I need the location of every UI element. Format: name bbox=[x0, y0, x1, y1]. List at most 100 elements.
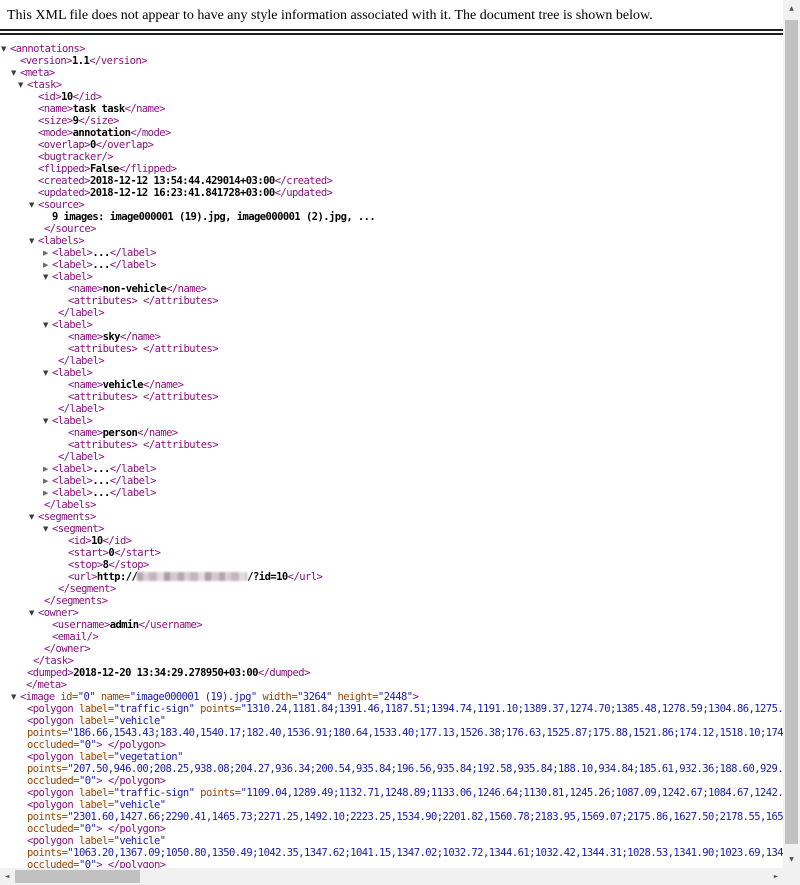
xml-tag: <name> bbox=[68, 283, 103, 295]
xml-line: <name>vehicle</name> bbox=[0, 379, 783, 391]
xml-attribute-value: "1310.24,1181.84;1391.46,1187.51;1394.74… bbox=[241, 703, 783, 715]
xml-line: occluded="0"> </polygon> bbox=[0, 859, 783, 868]
xml-tag: <name> bbox=[38, 103, 73, 115]
xml-line: ▼<labels> bbox=[0, 235, 783, 247]
xml-tag: </label> bbox=[110, 247, 156, 259]
expand-arrow-icon[interactable]: ▶ bbox=[43, 487, 52, 499]
expand-arrow-icon[interactable]: ▶ bbox=[43, 247, 52, 259]
scroll-up-button[interactable]: ▲ bbox=[783, 0, 800, 17]
xml-line: ▶<label>...</label> bbox=[0, 463, 783, 475]
xml-tag: <updated> bbox=[38, 187, 90, 199]
xml-attribute-value: "0" bbox=[78, 691, 95, 703]
xml-tag: </name> bbox=[137, 427, 177, 439]
collapse-arrow-icon[interactable]: ▼ bbox=[29, 235, 38, 247]
collapse-arrow-icon[interactable]: ▼ bbox=[43, 271, 52, 283]
scroll-down-button[interactable]: ▼ bbox=[783, 851, 800, 868]
xml-line: <size>9</size> bbox=[0, 115, 783, 127]
collapse-arrow-icon[interactable]: ▼ bbox=[11, 691, 20, 703]
xml-line: </label> bbox=[0, 451, 783, 463]
xml-viewer-page: { "header": { "message": "This XML file … bbox=[0, 0, 800, 885]
xml-line: ▼<source> bbox=[0, 199, 783, 211]
xml-tag: <name> bbox=[68, 331, 103, 343]
scroll-up-icon: ▲ bbox=[789, 5, 794, 12]
xml-attribute-name: id= bbox=[55, 691, 78, 703]
xml-tag: <flipped> bbox=[38, 163, 90, 175]
collapse-arrow-icon[interactable]: ▼ bbox=[43, 367, 52, 379]
xml-attribute-name: label= bbox=[73, 751, 113, 763]
xml-line: ▶<label>...</label> bbox=[0, 475, 783, 487]
xml-attribute-value: "3264" bbox=[297, 691, 332, 703]
xml-attribute-name: points= bbox=[27, 847, 67, 859]
xml-tag: <id> bbox=[68, 535, 91, 547]
xml-line: ▼<owner> bbox=[0, 607, 783, 619]
xml-text: 2018-12-12 16:23:41.841728+03:00 bbox=[90, 187, 275, 199]
xml-attribute-value: "1109.04,1289.49;1132.71,1248.89;1133.06… bbox=[241, 787, 783, 799]
expand-arrow-icon[interactable]: ▶ bbox=[43, 259, 52, 271]
xml-line: ▼<annotations> bbox=[0, 43, 783, 55]
collapse-arrow-icon[interactable]: ▼ bbox=[29, 607, 38, 619]
xml-attribute-value: "186.66,1543.43;183.40,1540.17;182.40,15… bbox=[67, 727, 783, 739]
xml-line: occluded="0"> </polygon> bbox=[0, 823, 783, 835]
xml-line: <updated>2018-12-12 16:23:41.841728+03:0… bbox=[0, 187, 783, 199]
xml-tag: <polygon bbox=[27, 703, 73, 715]
xml-line: <name>person</name> bbox=[0, 427, 783, 439]
xml-tag: </label> bbox=[58, 307, 104, 319]
xml-line: </label> bbox=[0, 307, 783, 319]
scrollbar-corner bbox=[783, 868, 800, 885]
xml-attribute-value: "0" bbox=[79, 859, 96, 868]
xml-tag: </label> bbox=[58, 451, 104, 463]
xml-tag: <name> bbox=[68, 379, 103, 391]
collapse-arrow-icon[interactable]: ▼ bbox=[18, 79, 27, 91]
collapse-arrow-icon[interactable]: ▼ bbox=[43, 415, 52, 427]
xml-tag: <name> bbox=[68, 427, 103, 439]
collapse-arrow-icon[interactable]: ▼ bbox=[29, 199, 38, 211]
xml-tag: </label> bbox=[58, 403, 104, 415]
xml-line: <polygon label="traffic-sign" points="11… bbox=[0, 787, 783, 799]
expand-arrow-icon[interactable]: ▶ bbox=[43, 475, 52, 487]
xml-attribute-value: "0" bbox=[79, 739, 96, 751]
xml-tag: <label> bbox=[52, 319, 92, 331]
collapse-arrow-icon[interactable]: ▼ bbox=[1, 43, 10, 55]
collapse-arrow-icon[interactable]: ▼ bbox=[43, 319, 52, 331]
xml-attribute-value: "vehicle" bbox=[114, 715, 166, 727]
xml-line: <polygon label="vehicle" bbox=[0, 799, 783, 811]
vertical-scrollbar-thumb[interactable] bbox=[785, 20, 798, 844]
xml-tag: </size> bbox=[78, 115, 118, 127]
xml-tag: <polygon bbox=[27, 799, 73, 811]
xml-tag: <task> bbox=[27, 79, 62, 91]
redacted-url-blur bbox=[137, 572, 247, 581]
xml-text: ... bbox=[92, 259, 109, 271]
xml-text: task task bbox=[73, 103, 125, 115]
expand-arrow-icon[interactable]: ▶ bbox=[43, 463, 52, 475]
xml-attribute-name: label= bbox=[73, 703, 113, 715]
xml-text: ... bbox=[92, 463, 109, 475]
xml-attribute-name: label= bbox=[73, 715, 113, 727]
xml-tag: </id> bbox=[73, 91, 102, 103]
xml-attribute-name: points= bbox=[194, 703, 240, 715]
xml-tag: <segment> bbox=[52, 523, 104, 535]
xml-attribute-value: "image000001 (19).jpg" bbox=[130, 691, 257, 703]
horizontal-scrollbar-thumb[interactable] bbox=[15, 870, 140, 883]
xml-tag: </meta> bbox=[26, 679, 66, 691]
scroll-left-button[interactable]: ◄ bbox=[0, 868, 14, 885]
xml-tag: </dumped> bbox=[258, 667, 310, 679]
collapse-arrow-icon[interactable]: ▼ bbox=[11, 67, 20, 79]
xml-line: <id>10</id> bbox=[0, 91, 783, 103]
xml-tag: </start> bbox=[114, 547, 160, 559]
xml-line: </source> bbox=[0, 223, 783, 235]
xml-line: <created>2018-12-12 13:54:44.429014+03:0… bbox=[0, 175, 783, 187]
xml-tag: </polygon> bbox=[108, 823, 166, 835]
xml-tag: <label> bbox=[52, 247, 92, 259]
xml-tag: <username> bbox=[52, 619, 110, 631]
vertical-scrollbar[interactable]: ▲ ▼ bbox=[783, 0, 800, 868]
horizontal-scrollbar[interactable]: ◄ ► bbox=[0, 868, 783, 885]
xml-line: <bugtracker/> bbox=[0, 151, 783, 163]
xml-tag: </flipped> bbox=[119, 163, 177, 175]
scroll-right-button[interactable]: ► bbox=[769, 868, 783, 885]
scroll-left-icon: ◄ bbox=[5, 873, 10, 880]
xml-attribute-name: points= bbox=[27, 811, 67, 823]
collapse-arrow-icon[interactable]: ▼ bbox=[29, 511, 38, 523]
collapse-arrow-icon[interactable]: ▼ bbox=[43, 523, 52, 535]
xml-line: 9 images: image000001 (19).jpg, image000… bbox=[0, 211, 783, 223]
xml-tag: <owner> bbox=[38, 607, 78, 619]
